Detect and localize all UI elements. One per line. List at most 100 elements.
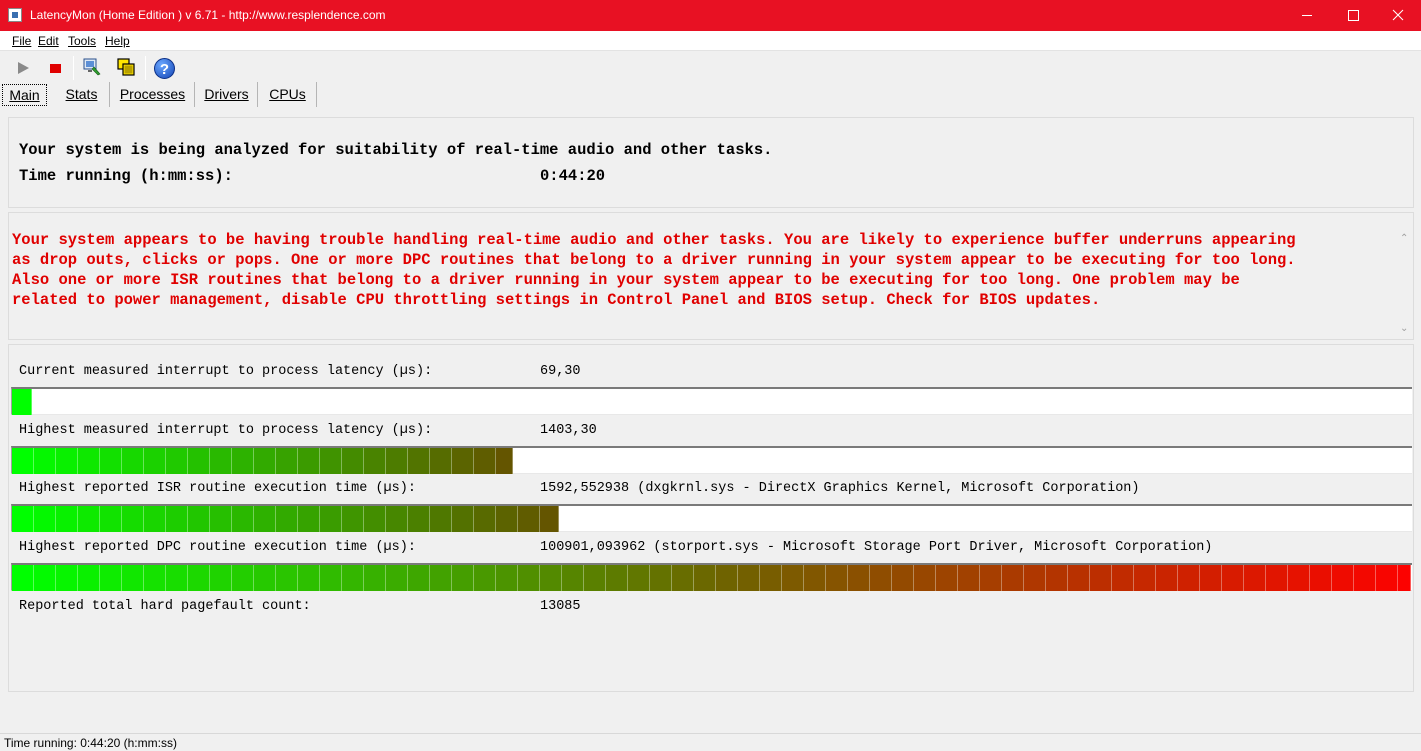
windows-button[interactable] xyxy=(112,55,138,81)
bar-segment xyxy=(188,448,210,474)
monitor-icon xyxy=(83,58,101,76)
bar-segment xyxy=(276,565,298,591)
bar-segment xyxy=(1134,565,1156,591)
isr-time-label: Highest reported ISR routine execution t… xyxy=(19,481,416,496)
bar-segment xyxy=(892,565,914,591)
bar-segment xyxy=(1354,565,1376,591)
bar-segment xyxy=(1046,565,1068,591)
menu-file[interactable]: File xyxy=(12,34,31,48)
bar-segment xyxy=(474,506,496,532)
bar-segment xyxy=(826,565,848,591)
current-latency-bar xyxy=(11,387,1412,415)
bar-segment xyxy=(254,565,276,591)
bar-segment xyxy=(12,448,34,474)
bar-segment xyxy=(496,506,518,532)
bar-segment xyxy=(320,506,342,532)
scroll-up-icon[interactable]: ⌃ xyxy=(1400,233,1410,244)
highest-latency-label: Highest measured interrupt to process la… xyxy=(19,423,433,438)
bar-segment xyxy=(1112,565,1134,591)
analysis-message: Your system is being analyzed for suitab… xyxy=(19,141,773,159)
minimize-button[interactable] xyxy=(1284,0,1330,31)
bar-segment xyxy=(144,506,166,532)
dpc-time-bar xyxy=(11,563,1412,591)
bar-segment xyxy=(694,565,716,591)
bar-segment xyxy=(364,506,386,532)
bar-segment xyxy=(232,448,254,474)
tab-drivers[interactable]: Drivers xyxy=(196,82,258,107)
bar-segment xyxy=(1376,565,1398,591)
window-title: LatencyMon (Home Edition ) v 6.71 - http… xyxy=(30,8,386,22)
bar-segment xyxy=(166,506,188,532)
bar-segment xyxy=(870,565,892,591)
current-latency-bar-fill xyxy=(12,389,32,415)
play-icon xyxy=(18,62,29,74)
bar-segment xyxy=(342,506,364,532)
bar-segment xyxy=(408,506,430,532)
bar-segment xyxy=(188,565,210,591)
monitor-button[interactable] xyxy=(78,55,104,81)
menu-edit[interactable]: Edit xyxy=(38,34,59,48)
help-button[interactable]: ? xyxy=(151,55,177,81)
bar-segment xyxy=(210,506,232,532)
bar-segment xyxy=(518,565,540,591)
bar-segment xyxy=(958,565,980,591)
tab-strip: Main Stats Processes Drivers CPUs xyxy=(0,82,1421,107)
stop-button[interactable] xyxy=(42,55,68,81)
bar-segment xyxy=(628,565,650,591)
toolbar-separator xyxy=(73,56,74,80)
bar-segment xyxy=(34,565,56,591)
bar-segment xyxy=(276,506,298,532)
title-bar[interactable]: LatencyMon (Home Edition ) v 6.71 - http… xyxy=(0,0,1421,31)
bar-segment xyxy=(100,506,122,532)
status-bar: Time running: 0:44:20 (h:mm:ss) xyxy=(0,733,1421,751)
menu-bar: File Edit Tools Help xyxy=(0,31,1421,51)
bar-segment xyxy=(584,565,606,591)
bar-segment xyxy=(980,565,1002,591)
bar-segment xyxy=(1156,565,1178,591)
bar-segment xyxy=(914,565,936,591)
bar-segment xyxy=(804,565,826,591)
bar-segment xyxy=(848,565,870,591)
bar-segment xyxy=(210,565,232,591)
bar-segment xyxy=(144,565,166,591)
bar-segment xyxy=(738,565,760,591)
bar-segment xyxy=(606,565,628,591)
menu-help[interactable]: Help xyxy=(105,34,130,48)
bar-segment xyxy=(1068,565,1090,591)
analysis-panel: Your system is being analyzed for suitab… xyxy=(8,117,1414,208)
tab-processes[interactable]: Processes xyxy=(111,82,195,107)
bar-segment xyxy=(298,448,320,474)
bar-segment xyxy=(936,565,958,591)
scroll-down-icon[interactable]: ⌄ xyxy=(1400,323,1410,334)
bar-segment xyxy=(386,565,408,591)
start-button[interactable] xyxy=(10,55,36,81)
bar-segment xyxy=(1310,565,1332,591)
bar-segment xyxy=(1002,565,1024,591)
stop-icon xyxy=(50,64,61,73)
tab-main[interactable]: Main xyxy=(2,84,47,106)
menu-tools[interactable]: Tools xyxy=(68,34,96,48)
bar-segment xyxy=(56,448,78,474)
metrics-panel: Current measured interrupt to process la… xyxy=(8,344,1414,692)
bar-segment xyxy=(430,506,452,532)
bar-segment xyxy=(1244,565,1266,591)
bar-segment xyxy=(364,448,386,474)
bar-segment xyxy=(298,565,320,591)
close-button[interactable] xyxy=(1375,0,1421,31)
bar-segment xyxy=(760,565,782,591)
bar-segment xyxy=(210,448,232,474)
bar-segment xyxy=(232,506,254,532)
bar-segment xyxy=(12,506,34,532)
bar-segment xyxy=(78,565,100,591)
bar-segment xyxy=(56,565,78,591)
bar-segment xyxy=(716,565,738,591)
bar-segment xyxy=(408,448,430,474)
warning-panel[interactable]: Your system appears to be having trouble… xyxy=(8,212,1414,340)
bar-segment xyxy=(100,565,122,591)
maximize-button[interactable] xyxy=(1330,0,1376,31)
bar-segment xyxy=(254,448,276,474)
time-running-label: Time running (h:mm:ss): xyxy=(19,167,233,185)
current-latency-label: Current measured interrupt to process la… xyxy=(19,364,433,379)
tab-cpus[interactable]: CPUs xyxy=(259,82,317,107)
tab-stats[interactable]: Stats xyxy=(54,82,110,107)
